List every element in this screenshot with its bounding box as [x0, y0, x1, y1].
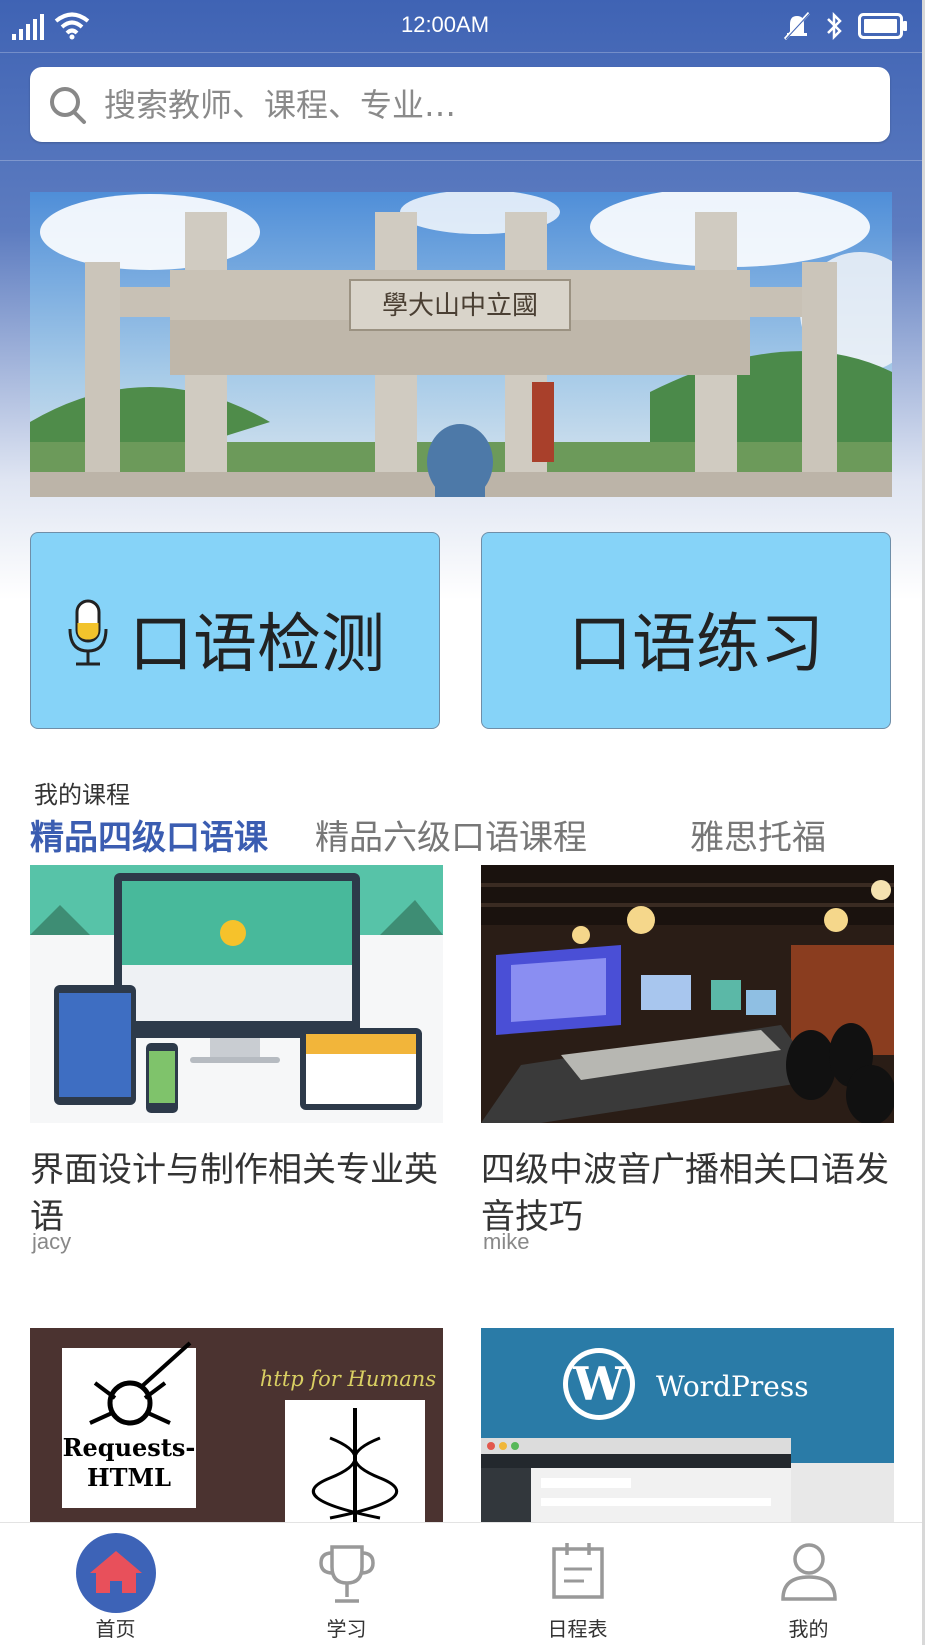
tabbar-label-mine: 我的 [788, 1617, 829, 1641]
tabbar-label-study: 学习 [326, 1617, 367, 1641]
oral-practice-button[interactable]: 口语练习 [481, 532, 891, 729]
svg-text:W: W [572, 1357, 626, 1411]
thumb-text-requests: Requests- [63, 1433, 196, 1462]
status-divider [0, 52, 925, 53]
search-bar[interactable] [30, 67, 890, 142]
course-thumbnail [481, 865, 894, 1123]
course-thumbnail [30, 865, 443, 1123]
tabbar-item-schedule[interactable]: 日程表 [462, 1523, 693, 1646]
home-icon [76, 1533, 156, 1613]
battery-icon [858, 13, 907, 39]
tab-cet4-oral[interactable]: 精品四级口语课 [30, 810, 268, 859]
bottom-tab-bar: 首页 学习 日程表 我的 [0, 1522, 925, 1646]
trophy-icon [319, 1545, 375, 1603]
tab-ielts-toefl[interactable]: 雅思托福 [690, 810, 826, 859]
thumb-text-html: HTML [87, 1463, 171, 1492]
oral-practice-label: 口语练习 [568, 608, 824, 682]
thumb-text-http: http for Humans [260, 1367, 436, 1391]
tabbar-item-mine[interactable]: 我的 [693, 1523, 924, 1646]
search-divider [0, 160, 925, 161]
tabbar-item-study[interactable]: 学习 [231, 1523, 462, 1646]
bluetooth-icon [827, 12, 842, 40]
tabbar-label-schedule: 日程表 [547, 1617, 608, 1641]
oral-test-label: 口语检测 [129, 608, 385, 682]
svg-text:學大山中立國: 學大山中立國 [382, 291, 538, 321]
campus-banner[interactable]: 學大山中立國 [30, 192, 892, 497]
tab-cet6-oral[interactable]: 精品六级口语课程 [315, 810, 587, 859]
course-title: 界面设计与制作相关专业英语 [30, 1150, 438, 1237]
oral-test-button[interactable]: 口语检测 [30, 532, 440, 729]
section-title-my-courses: 我的课程 [34, 781, 130, 809]
status-time: 12:00AM [400, 12, 490, 37]
campus-gate-image: 學大山中立國 [30, 192, 892, 497]
course-author: jacy [32, 1229, 72, 1254]
mute-icon [783, 12, 811, 40]
thumb-text-wordpress: WordPress [656, 1370, 809, 1403]
tabbar-label-home: 首页 [95, 1617, 136, 1641]
search-input[interactable] [102, 79, 866, 131]
calendar-icon [552, 1543, 604, 1599]
user-icon [781, 1543, 837, 1601]
course-title: 四级中波音广播相关口语发音技巧 [481, 1150, 889, 1237]
search-icon [50, 87, 86, 124]
course-author: mike [483, 1229, 530, 1254]
status-bar: 12:00AM [0, 0, 925, 52]
app-screen: 12:00AM 搜索教师、课程、专业… 學大山中立國 口语检测 口语练习 我的课… [0, 0, 925, 1646]
tabbar-item-home[interactable]: 首页 [0, 1523, 231, 1646]
microphone-icon [68, 599, 108, 666]
